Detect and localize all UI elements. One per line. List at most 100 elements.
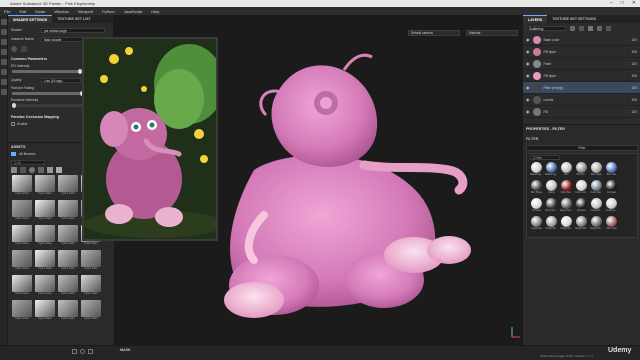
filter-stencil-icon[interactable] xyxy=(56,167,62,173)
filter-smart-material-icon[interactable] xyxy=(29,167,35,173)
tab-layers[interactable]: LAYERS xyxy=(523,15,548,23)
menu-viewport[interactable]: Viewport xyxy=(78,9,94,14)
asset-tile[interactable]: Kyle's Paint xyxy=(58,225,78,247)
menu-file[interactable]: File xyxy=(4,9,10,14)
shader-field[interactable]: pbr-metal-rough xyxy=(41,27,105,33)
filter-tile[interactable]: Contrast xyxy=(530,198,543,214)
quality-dropdown[interactable]: Low (16 spp) xyxy=(41,77,81,83)
add-fill-icon[interactable] xyxy=(579,25,584,31)
filter-material-icon[interactable] xyxy=(20,167,26,173)
menu-help[interactable]: Help xyxy=(151,9,159,14)
asset-tile[interactable]: Kyle's Paint xyxy=(35,275,55,297)
layer-opacity[interactable]: 100 xyxy=(631,86,637,90)
status-icon-b[interactable] xyxy=(80,349,85,354)
paint-tool-icon[interactable] xyxy=(1,19,7,25)
add-folder-icon[interactable] xyxy=(597,25,602,31)
asset-tile[interactable]: Kyle's Paint xyxy=(58,175,78,197)
filter-search-input[interactable]: Q filter xyxy=(530,154,560,160)
filter-tile[interactable]: Blur Hue xyxy=(605,162,618,178)
polygon-fill-icon[interactable] xyxy=(1,49,7,55)
asset-tile[interactable]: Kyle's Paint xyxy=(12,275,32,297)
minimize-icon[interactable]: – xyxy=(610,0,613,6)
visibility-eye-icon[interactable]: ◉ xyxy=(526,109,530,114)
libraries-label[interactable]: All libraries xyxy=(19,152,36,156)
asset-tile[interactable]: Kyle's Paint xyxy=(81,275,101,297)
eraser-tool-icon[interactable] xyxy=(1,29,7,35)
layer-row[interactable]: ◉ Filter (empty) 100 xyxy=(523,82,640,94)
filter-tile[interactable]: HSL Color xyxy=(605,216,618,232)
asset-tile[interactable]: Kyle's Paint xyxy=(35,250,55,272)
filter-alpha-icon[interactable] xyxy=(47,167,53,173)
asset-tile[interactable]: Kyle's Paint xyxy=(12,225,32,247)
status-icon-a[interactable] xyxy=(72,349,77,354)
asset-tile[interactable]: Kyle's Paint xyxy=(58,200,78,222)
clone-tool-icon[interactable] xyxy=(1,69,7,75)
filter-tile[interactable]: Color Bal... xyxy=(560,180,573,196)
blend-mode-dropdown[interactable]: Scattering xyxy=(526,25,566,31)
asset-tile[interactable]: Kyle's Paint xyxy=(12,200,32,222)
filter-tile[interactable]: Grayscale xyxy=(530,216,543,232)
layer-row[interactable]: ◉ Fill 100 xyxy=(523,106,640,118)
filter-tile[interactable]: Height Ma... xyxy=(575,216,588,232)
layer-opacity[interactable]: 100 xyxy=(631,74,637,78)
filter-tile[interactable]: Contrast xyxy=(605,180,618,196)
filter-tile[interactable]: Baked Lig... xyxy=(530,162,543,178)
filter-tile[interactable]: Height Mo... xyxy=(590,216,603,232)
filter-tile[interactable]: Gradient... xyxy=(605,198,618,214)
status-icon-c[interactable] xyxy=(88,349,93,354)
layer-opacity[interactable]: 100 xyxy=(631,98,637,102)
enable-checkbox[interactable] xyxy=(11,122,15,126)
add-layer-icon[interactable] xyxy=(570,25,575,31)
asset-tile[interactable]: Kyle's Paint xyxy=(35,225,55,247)
filter-tile[interactable]: Edge Dete... xyxy=(560,198,573,214)
visibility-eye-icon[interactable]: ◉ xyxy=(526,97,530,102)
filter-tile[interactable]: Height Bl... xyxy=(545,216,558,232)
asset-tile[interactable]: Kyle's Paint xyxy=(81,300,101,322)
filter-tile[interactable]: Clamp xyxy=(545,180,558,196)
layer-row[interactable]: ◉ Levels 100 xyxy=(523,94,640,106)
filter-tile[interactable]: Blur Dir... xyxy=(575,162,588,178)
asset-tile[interactable]: Kyle's Paint xyxy=(58,275,78,297)
shader-preset-icon[interactable] xyxy=(11,46,17,52)
layer-row[interactable]: ◉ Fill layer 100 xyxy=(523,70,640,82)
layer-row[interactable]: ◉ Base color 100 xyxy=(523,34,640,46)
asset-tile[interactable]: Kyle's Paint xyxy=(35,300,55,322)
filter-tile[interactable]: Direct De... xyxy=(545,198,558,214)
tab-texture-set-list[interactable]: TEXTURE SET LIST xyxy=(52,15,96,23)
smudge-tool-icon[interactable] xyxy=(1,59,7,65)
tab-texture-set-settings[interactable]: TEXTURE SET SETTINGS xyxy=(547,15,601,23)
menu-window[interactable]: Window xyxy=(54,9,68,14)
assets-search-input[interactable]: Q All xyxy=(11,159,45,165)
asset-tile[interactable]: Kyle's Paint xyxy=(12,250,32,272)
menu-mode[interactable]: Mode xyxy=(35,9,45,14)
layer-row[interactable]: ◉ Fill layer 100 xyxy=(523,46,640,58)
menu-javascript[interactable]: JavaScript xyxy=(124,9,143,14)
visibility-eye-icon[interactable]: ◉ xyxy=(526,37,530,42)
maximize-icon[interactable]: □ xyxy=(621,0,624,6)
menu-python[interactable]: Python xyxy=(102,9,114,14)
add-mask-icon[interactable] xyxy=(588,25,593,31)
close-icon[interactable]: ✕ xyxy=(632,0,636,6)
filter-tile[interactable]: Baked Lig... xyxy=(545,162,558,178)
filter-tile[interactable]: Color Mat... xyxy=(590,180,603,196)
visibility-eye-icon[interactable]: ◉ xyxy=(526,49,530,54)
asset-tile[interactable]: Kyle's Paint xyxy=(12,175,32,197)
asset-tile[interactable]: Kyle's Paint xyxy=(12,300,32,322)
layer-opacity[interactable]: 100 xyxy=(631,50,637,54)
filter-texture-icon[interactable] xyxy=(38,167,44,173)
shader-options-icon[interactable] xyxy=(21,46,27,52)
filter-select-button[interactable]: Filter xyxy=(526,145,638,151)
menu-edit[interactable]: Edit xyxy=(19,9,26,14)
filter-tile[interactable]: Height Bl... xyxy=(560,216,573,232)
bake-icon[interactable] xyxy=(1,89,7,95)
delete-layer-icon[interactable] xyxy=(606,25,611,31)
asset-tile[interactable]: Kyle's Paint xyxy=(35,200,55,222)
filter-tile[interactable]: Blur xyxy=(560,162,573,178)
asset-tile[interactable]: Kyle's Paint xyxy=(35,175,55,197)
filter-tile[interactable]: Emboss xyxy=(575,198,588,214)
visibility-eye-icon[interactable]: ◉ xyxy=(526,85,530,90)
asset-tile[interactable]: Kyle's Paint xyxy=(58,300,78,322)
visibility-eye-icon[interactable]: ◉ xyxy=(526,73,530,78)
projection-tool-icon[interactable] xyxy=(1,39,7,45)
asset-tile[interactable]: Kyle's Paint xyxy=(58,250,78,272)
